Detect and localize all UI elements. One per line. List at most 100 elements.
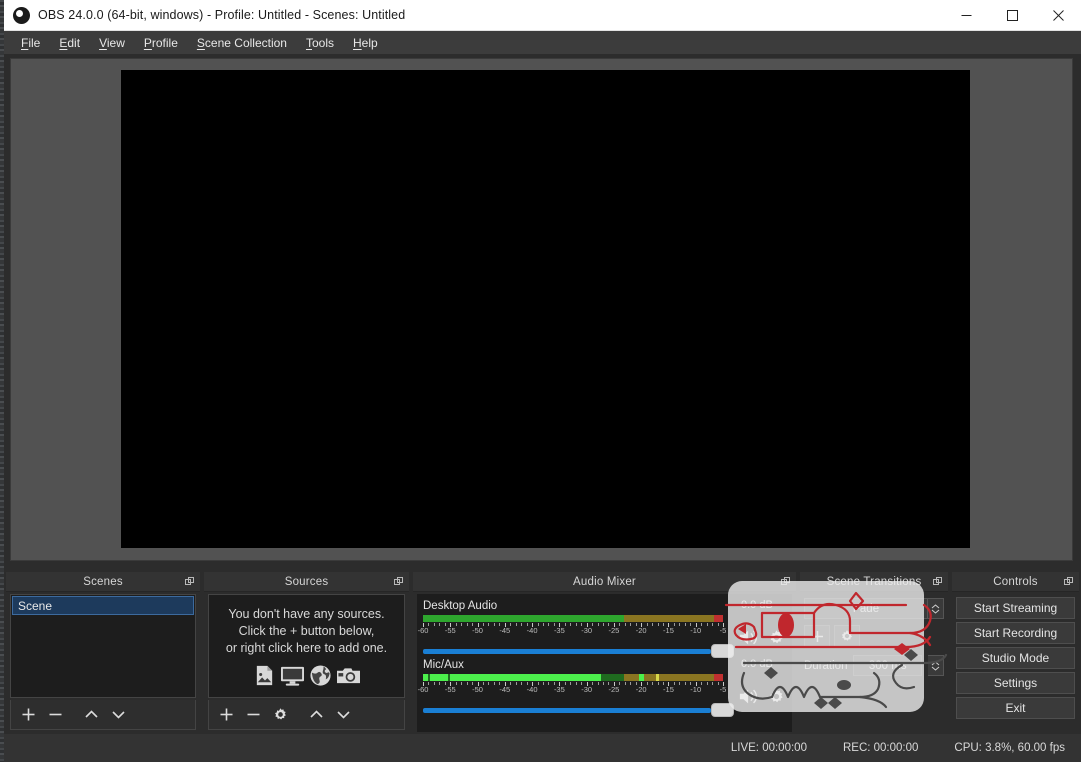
- move-source-down-button[interactable]: [331, 703, 356, 727]
- menu-profile[interactable]: Profile: [135, 33, 188, 53]
- scenes-list[interactable]: Scene: [10, 594, 196, 698]
- transition-select[interactable]: Fade: [804, 598, 928, 619]
- minus-icon: [247, 713, 260, 716]
- meter-tick: [592, 623, 594, 626]
- dock-row: Scenes Scene Sources You don't have any …: [4, 572, 1081, 734]
- duration-label: Duration: [804, 659, 848, 672]
- meter-tick: [455, 682, 457, 685]
- mixer-source-mic-aux: Mic/Aux -60 -55 -50 -45 -40 -35 -30 -25 -20 -15 -1…: [418, 658, 786, 717]
- chevron-down-icon: [112, 711, 125, 719]
- meter-tick-label: -5: [719, 685, 727, 694]
- audio-settings-button[interactable]: [768, 688, 785, 710]
- menu-edit[interactable]: Edit: [50, 33, 90, 53]
- meter-tick: [461, 682, 463, 685]
- meter-tick: [439, 623, 441, 626]
- undock-icon[interactable]: [781, 577, 790, 586]
- menu-view[interactable]: View: [90, 33, 135, 53]
- plus-icon: [22, 708, 35, 721]
- meter-tick-label: -50: [472, 685, 483, 694]
- undock-icon[interactable]: [394, 577, 403, 586]
- volume-slider[interactable]: [423, 644, 734, 658]
- meter-tick: [521, 682, 523, 685]
- move-source-up-button[interactable]: [304, 703, 329, 727]
- undock-icon[interactable]: [933, 577, 942, 586]
- start-streaming-button[interactable]: Start Streaming: [956, 597, 1075, 619]
- meter-tick-label: -55: [444, 685, 456, 694]
- window-title: OBS 24.0.0 (64-bit, windows) - Profile: …: [38, 8, 406, 22]
- chevron-up-icon: [310, 710, 323, 718]
- duration-stepper[interactable]: [928, 655, 944, 676]
- meter-tick-label: -15: [663, 685, 674, 694]
- sources-list[interactable]: You don't have any sources. Click the + …: [208, 594, 405, 698]
- transition-properties-button[interactable]: [834, 625, 860, 647]
- add-source-button[interactable]: [214, 703, 239, 727]
- duration-input[interactable]: 300 ms: [853, 655, 922, 676]
- maximize-button[interactable]: [989, 0, 1035, 31]
- meter-tick: [603, 623, 604, 626]
- meter-tick: [570, 623, 572, 626]
- preview-canvas[interactable]: [121, 70, 970, 548]
- meter-tick: [630, 623, 632, 626]
- meter-tick: [510, 623, 512, 626]
- status-bar: LIVE: 00:00:00 REC: 00:00:00 CPU: 3.8%, …: [4, 734, 1081, 762]
- preview-area[interactable]: [10, 58, 1073, 561]
- meter-tick-label: -20: [635, 626, 647, 635]
- menu-tools[interactable]: Tools: [297, 33, 344, 53]
- undock-icon[interactable]: [185, 577, 194, 586]
- meter-tick: [597, 682, 599, 685]
- meter-tick-label: -10: [690, 685, 702, 694]
- scenes-toolbar: [10, 700, 196, 730]
- close-button[interactable]: [1035, 0, 1081, 31]
- sources-dock-header: Sources: [204, 572, 409, 592]
- remove-scene-button[interactable]: [43, 703, 68, 727]
- mute-toggle-button[interactable]: [739, 688, 759, 710]
- meter-tick-label: -20: [635, 685, 647, 694]
- empty-line-1: You don't have any sources.: [228, 607, 385, 621]
- meter-tick: [679, 682, 681, 685]
- transition-stepper[interactable]: [928, 598, 944, 619]
- meter-tick-label: -40: [526, 626, 538, 635]
- menu-scene-collection[interactable]: Scene Collection: [188, 33, 297, 53]
- meter-tick: [712, 682, 714, 685]
- undock-icon[interactable]: [1064, 577, 1073, 586]
- controls-title: Controls: [993, 575, 1038, 588]
- chevron-up-icon: [85, 710, 98, 718]
- meter-tick-label: -40: [526, 685, 538, 694]
- scenes-title: Scenes: [83, 575, 123, 588]
- sources-title: Sources: [284, 575, 329, 588]
- meter-tick-label: -55: [444, 626, 456, 635]
- start-recording-button[interactable]: Start Recording: [956, 622, 1075, 644]
- studio-mode-button[interactable]: Studio Mode: [956, 647, 1075, 669]
- slider-fill: [423, 708, 711, 713]
- mixer-source-name: Desktop Audio: [423, 600, 498, 612]
- meter-tick: [701, 623, 703, 626]
- slider-knob[interactable]: [711, 644, 734, 658]
- meter-tick: [673, 623, 675, 626]
- add-transition-button[interactable]: [804, 625, 830, 647]
- move-scene-down-button[interactable]: [106, 703, 131, 727]
- scene-list-item[interactable]: Scene: [12, 596, 194, 615]
- move-scene-up-button[interactable]: [79, 703, 104, 727]
- settings-button[interactable]: Settings: [956, 672, 1075, 694]
- meter-tick: [646, 623, 648, 626]
- menu-bar: File Edit View Profile Scene Collection …: [4, 31, 1081, 54]
- audio-settings-button[interactable]: [768, 629, 785, 651]
- empty-line-3: or right click here to add one.: [225, 641, 388, 655]
- mute-toggle-button[interactable]: [739, 629, 759, 651]
- remove-source-button[interactable]: [241, 703, 266, 727]
- slider-knob[interactable]: [711, 703, 734, 717]
- exit-button[interactable]: Exit: [956, 697, 1075, 719]
- source-properties-button[interactable]: [268, 703, 293, 727]
- volume-slider[interactable]: [423, 703, 734, 717]
- camera-icon: [336, 668, 360, 684]
- menu-help[interactable]: Help: [344, 33, 388, 53]
- meter-tick: [712, 623, 714, 626]
- chevron-down-icon: [931, 609, 940, 614]
- add-scene-button[interactable]: [16, 703, 41, 727]
- meter-tick: [537, 623, 539, 626]
- meter-tick-label: -15: [663, 626, 674, 635]
- menu-file[interactable]: File: [12, 33, 50, 53]
- image-icon: [256, 665, 272, 686]
- meter-tick: [619, 623, 621, 626]
- minimize-button[interactable]: [943, 0, 989, 31]
